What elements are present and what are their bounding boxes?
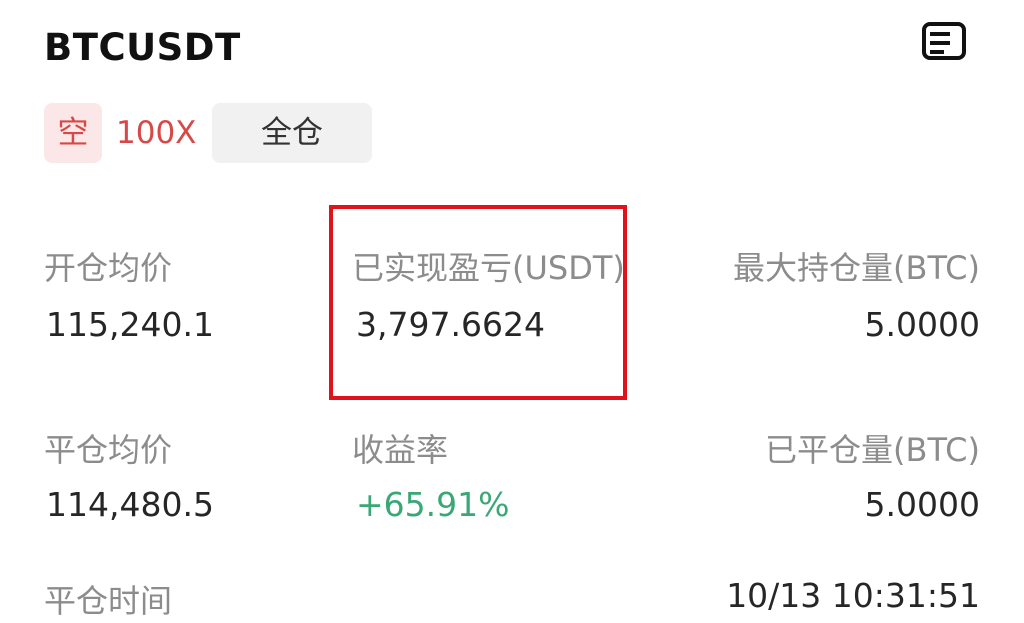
side-badge: 空 bbox=[44, 103, 102, 163]
close-time-value: 10/13 10:31:51 bbox=[726, 576, 980, 615]
close-time-label: 平仓时间 bbox=[44, 582, 173, 620]
close-price-value: 114,480.5 bbox=[46, 485, 214, 524]
highlight-box bbox=[329, 205, 627, 400]
closed-size-label: 已平仓量(BTC) bbox=[765, 431, 980, 469]
closed-size-value: 5.0000 bbox=[864, 485, 980, 524]
max-size-value: 5.0000 bbox=[864, 305, 980, 344]
margin-mode-badge: 全仓 bbox=[212, 103, 372, 163]
open-price-value: 115,240.1 bbox=[46, 305, 214, 344]
roi-value: +65.91% bbox=[356, 485, 510, 524]
roi-label: 收益率 bbox=[352, 431, 449, 469]
close-price-label: 平仓均价 bbox=[44, 431, 173, 469]
leverage-badge: 100X bbox=[116, 115, 197, 151]
open-price-label: 开仓均价 bbox=[44, 249, 173, 287]
share-icon[interactable] bbox=[908, 14, 972, 72]
symbol-title: BTCUSDT bbox=[44, 26, 241, 69]
max-size-label: 最大持仓量(BTC) bbox=[733, 249, 980, 287]
